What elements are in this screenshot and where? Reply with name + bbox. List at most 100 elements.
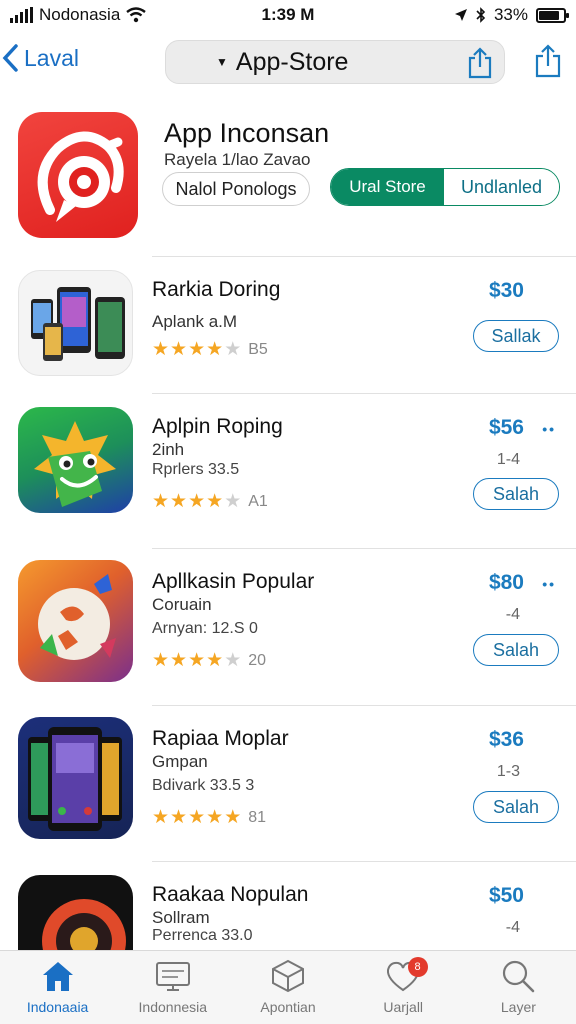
battery-percent: 33%: [493, 5, 528, 24]
price: $80: [488, 571, 524, 594]
status-bar: Nodonasia 1:39 M 33%: [0, 0, 576, 30]
rating: ★ ★ ★ ★ ★ B5: [152, 340, 268, 359]
tab-label: Indonaaia: [26, 999, 89, 1015]
age-rating: -4: [505, 919, 520, 936]
share-icon[interactable]: [534, 44, 562, 78]
rating-count: A1: [248, 492, 268, 510]
price: $30: [488, 279, 524, 302]
star-icon: ★: [170, 491, 188, 512]
app-size: Perrenca 33.0: [152, 927, 253, 944]
more-icon[interactable]: ••: [542, 576, 556, 592]
tab-search[interactable]: Layer: [461, 951, 576, 1024]
star-icon: ★: [188, 807, 206, 828]
phones-icon: [31, 287, 125, 361]
tab-home[interactable]: Indonaaia: [0, 951, 115, 1024]
tab-monitor[interactable]: Indonnesia: [115, 951, 230, 1024]
star-icon: ★: [152, 650, 170, 671]
star-icon: ★: [224, 339, 242, 360]
bluetooth-icon: [476, 7, 486, 23]
notification-badge: 8: [407, 957, 428, 977]
app-icon: [18, 717, 133, 839]
app-name: Rapiaa Moplar: [152, 727, 289, 750]
tab-favorites[interactable]: 8 Uarjall: [346, 951, 461, 1024]
divider: [152, 705, 576, 706]
star-icon: ★: [224, 650, 242, 671]
star-icon: ★: [152, 491, 170, 512]
home-icon: [42, 962, 73, 991]
age-rating: -4: [505, 606, 520, 623]
back-button[interactable]: Laval: [2, 44, 79, 72]
divider: [152, 393, 576, 394]
title-pill[interactable]: ▼ App-Store: [165, 40, 505, 84]
app-name: Raakaa Nopulan: [152, 883, 309, 906]
star-icon: ★: [170, 807, 188, 828]
divider: [152, 548, 576, 549]
star-icon: ★: [206, 339, 224, 360]
featured-app-icon[interactable]: [18, 112, 138, 238]
rating-count: 81: [248, 808, 267, 826]
get-button[interactable]: Salah: [473, 791, 559, 823]
tab-label: Layer: [500, 999, 536, 1015]
logo-icon: [37, 131, 124, 222]
carrier-label: Nodonasia: [39, 5, 121, 24]
nav-bar: Laval ▼ App-Store: [0, 38, 576, 88]
price: $36: [488, 728, 524, 751]
app-size: Arnyan: 12.S 0: [152, 620, 258, 637]
app-size: Bdivark 33.5 3: [152, 777, 255, 794]
more-icon[interactable]: ••: [542, 421, 556, 437]
phones-icon: [28, 727, 122, 831]
age-rating: 1-4: [496, 451, 520, 468]
back-label: Laval: [24, 44, 79, 71]
share-icon[interactable]: [466, 47, 494, 79]
rating: ★ ★ ★ ★ ★ 81: [152, 808, 266, 827]
app-icon: [18, 560, 133, 682]
chevron-left-icon: [2, 44, 18, 72]
star-face-icon: [34, 421, 116, 507]
featured-subtitle: Rayela 1/lao Zavao: [164, 150, 311, 169]
featured-title: App Inconsan: [164, 118, 330, 148]
search-icon: [503, 960, 535, 993]
monitor-icon: [155, 962, 190, 991]
segment-active[interactable]: Ural Store: [331, 169, 444, 205]
star-icon: ★: [152, 339, 170, 360]
rating-count: 20: [248, 651, 267, 669]
location-icon: [454, 9, 467, 21]
star-icon: ★: [206, 807, 224, 828]
caret-down-icon: ▼: [216, 55, 228, 69]
get-button[interactable]: Salah: [473, 634, 559, 666]
featured-app: App Inconsan Rayela 1/lao Zavao Nalol Po…: [0, 108, 576, 256]
status-right: 33%: [366, 5, 569, 25]
rating: ★ ★ ★ ★ ★ 20: [152, 651, 266, 670]
creature-icon: [38, 574, 116, 660]
divider: [152, 861, 576, 862]
tab-box[interactable]: Apontian: [230, 951, 345, 1024]
star-icon: ★: [152, 807, 170, 828]
age-rating: 1-3: [496, 763, 520, 780]
featured-secondary-button[interactable]: Nalol Ponologs: [162, 172, 310, 206]
app-name: Aplpin Roping: [152, 415, 283, 438]
app-developer: Coruain: [152, 595, 212, 614]
star-icon: ★: [188, 339, 206, 360]
clock: 1:39 M: [261, 5, 315, 24]
battery-icon: [536, 7, 569, 23]
price: $50: [488, 884, 524, 907]
get-button[interactable]: Sallak: [473, 320, 559, 352]
tab-label: Apontian: [260, 999, 316, 1015]
rating: ★ ★ ★ ★ ★ A1: [152, 492, 268, 511]
app-name: Rarkia Doring: [152, 278, 281, 301]
segment-other[interactable]: Undlanled: [444, 169, 559, 205]
page-title: App-Store: [235, 47, 349, 76]
get-button[interactable]: Salah: [473, 478, 559, 510]
app-icon: [18, 407, 133, 513]
star-icon: ★: [224, 807, 242, 828]
star-icon: ★: [206, 650, 224, 671]
tab-bar: Indonaaia Indonnesia Apontian 8 Uarjall …: [0, 950, 576, 1024]
signal-icon: [10, 7, 33, 23]
star-icon: ★: [188, 650, 206, 671]
star-icon: ★: [206, 491, 224, 512]
status-left: Nodonasia: [10, 5, 210, 25]
star-icon: ★: [170, 650, 188, 671]
app-developer: Sollram: [152, 908, 210, 927]
tab-label: Indonnesia: [138, 999, 208, 1015]
segmented-control: Ural Store Undlanled: [330, 168, 560, 206]
